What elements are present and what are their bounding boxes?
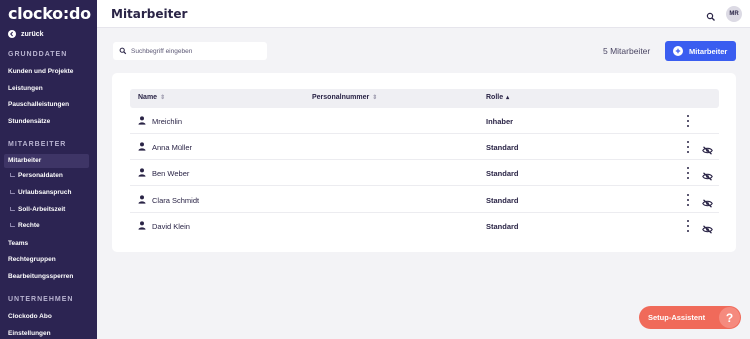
tree-branch-icon <box>10 207 15 211</box>
employee-name-cell: Ben Weber <box>138 168 189 179</box>
more-options-icon[interactable] <box>685 219 691 232</box>
column-header-personalnummer[interactable]: Personalnummer ⇕ <box>312 94 377 101</box>
more-options-icon[interactable] <box>685 115 691 127</box>
table-header: Name ⇕ Personalnummer ⇕ Rolle ▴ <box>130 89 719 108</box>
section-unternehmen: UNTERNEHMEN <box>8 296 74 303</box>
search-icon[interactable] <box>706 9 716 21</box>
employee-role: Standard <box>486 169 519 179</box>
user-icon <box>138 168 146 179</box>
employee-name: Mreichlin <box>152 117 183 126</box>
table-row[interactable]: Ben Weber Standard <box>130 160 719 187</box>
sidebar-subitem-urlaubsanspruch[interactable]: Urlaubsanspruch <box>10 189 71 196</box>
setup-assistant-button[interactable]: Setup-Assistent ? <box>639 306 741 329</box>
search-icon <box>119 42 127 60</box>
setup-assistant-label: Setup-Assistent <box>648 313 706 322</box>
logo[interactable]: clocko:do <box>8 4 91 23</box>
user-icon <box>138 142 146 153</box>
sidebar-item-pauschalleistungen[interactable]: Pauschalleistungen <box>8 101 69 108</box>
employee-role: Standard <box>486 221 519 231</box>
sidebar-subitem-soll-arbeitszeit[interactable]: Soll-Arbeitszeit <box>10 206 65 213</box>
sidebar: clocko:do zurück GRUNDDATEN Kunden und P… <box>0 0 97 339</box>
table-row[interactable]: Mreichlin Inhaber <box>130 108 719 134</box>
add-employee-button[interactable]: Mitarbeiter <box>665 41 736 61</box>
employee-table-card: Name ⇕ Personalnummer ⇕ Rolle ▴ Mreichli… <box>112 73 736 252</box>
section-mitarbeiter: MITARBEITER <box>8 141 67 148</box>
more-options-icon[interactable] <box>685 141 691 154</box>
page-title: Mitarbeiter <box>111 7 188 21</box>
more-options-icon[interactable] <box>685 167 691 180</box>
sidebar-item-clockodo-abo[interactable]: Clockodo Abo <box>8 313 52 320</box>
section-grunddaten: GRUNDDATEN <box>8 51 68 58</box>
tree-branch-icon <box>10 190 15 194</box>
avatar[interactable]: MR <box>726 6 742 22</box>
sidebar-item-bearbeitungssperren[interactable]: Bearbeitungssperren <box>8 273 73 280</box>
employee-name: Clara Schmidt <box>152 195 200 205</box>
employee-role: Standard <box>486 143 519 153</box>
sidebar-item-kunden-projekte[interactable]: Kunden und Projekte <box>8 68 73 75</box>
back-link[interactable]: zurück <box>8 30 44 38</box>
sidebar-item-stundensaetze[interactable]: Stundensätze <box>8 118 50 125</box>
search-input[interactable] <box>131 47 261 55</box>
search-field[interactable] <box>113 42 267 60</box>
help-icon: ? <box>719 307 740 328</box>
back-arrow-icon <box>8 30 16 38</box>
eye-slash-icon[interactable] <box>702 142 713 160</box>
eye-slash-icon[interactable] <box>702 221 713 239</box>
plus-icon <box>673 46 683 56</box>
sidebar-subitem-personaldaten[interactable]: Personaldaten <box>10 172 63 179</box>
employee-name-cell: Clara Schmidt <box>138 194 200 206</box>
user-icon <box>138 194 146 206</box>
employee-name-cell: David Klein <box>138 221 190 232</box>
column-header-name[interactable]: Name ⇕ <box>138 94 165 101</box>
sidebar-item-mitarbeiter[interactable]: Mitarbeiter <box>4 154 89 168</box>
user-icon <box>138 116 146 127</box>
employee-name: Anna Müller <box>152 143 193 153</box>
eye-slash-icon[interactable] <box>702 168 713 186</box>
sidebar-subitem-rechte[interactable]: Rechte <box>10 222 40 229</box>
employee-name-cell: Anna Müller <box>138 142 192 153</box>
column-header-rolle[interactable]: Rolle ▴ <box>486 94 509 101</box>
employee-count: 5 Mitarbeiter <box>603 46 651 56</box>
employee-name: Ben Weber <box>152 169 190 179</box>
sort-neutral-icon: ⇕ <box>160 95 166 101</box>
back-label: zurück <box>21 30 44 38</box>
employee-name: David Klein <box>152 221 190 231</box>
tree-branch-icon <box>10 173 15 177</box>
employee-role: Standard <box>486 195 519 205</box>
table-row[interactable]: Anna Müller Standard <box>130 134 719 161</box>
employee-name-cell: Mreichlin <box>138 116 182 127</box>
user-icon <box>138 221 146 232</box>
sidebar-item-leistungen[interactable]: Leistungen <box>8 85 43 92</box>
eye-slash-icon[interactable] <box>702 195 713 213</box>
table-row[interactable]: David Klein Standard <box>130 213 719 239</box>
table-row[interactable]: Clara Schmidt Standard <box>130 187 719 213</box>
sort-neutral-icon: ⇕ <box>372 95 378 101</box>
add-employee-label: Mitarbeiter <box>689 46 728 56</box>
sort-ascending-icon: ▴ <box>506 95 510 101</box>
top-header: Mitarbeiter MR <box>97 0 750 28</box>
employee-role: Inhaber <box>486 117 514 126</box>
more-options-icon[interactable] <box>685 193 691 206</box>
sidebar-item-teams[interactable]: Teams <box>8 240 28 247</box>
sidebar-item-einstellungen[interactable]: Einstellungen <box>8 330 51 337</box>
sidebar-item-rechtegruppen[interactable]: Rechtegruppen <box>8 256 56 263</box>
tree-branch-icon <box>10 223 15 227</box>
